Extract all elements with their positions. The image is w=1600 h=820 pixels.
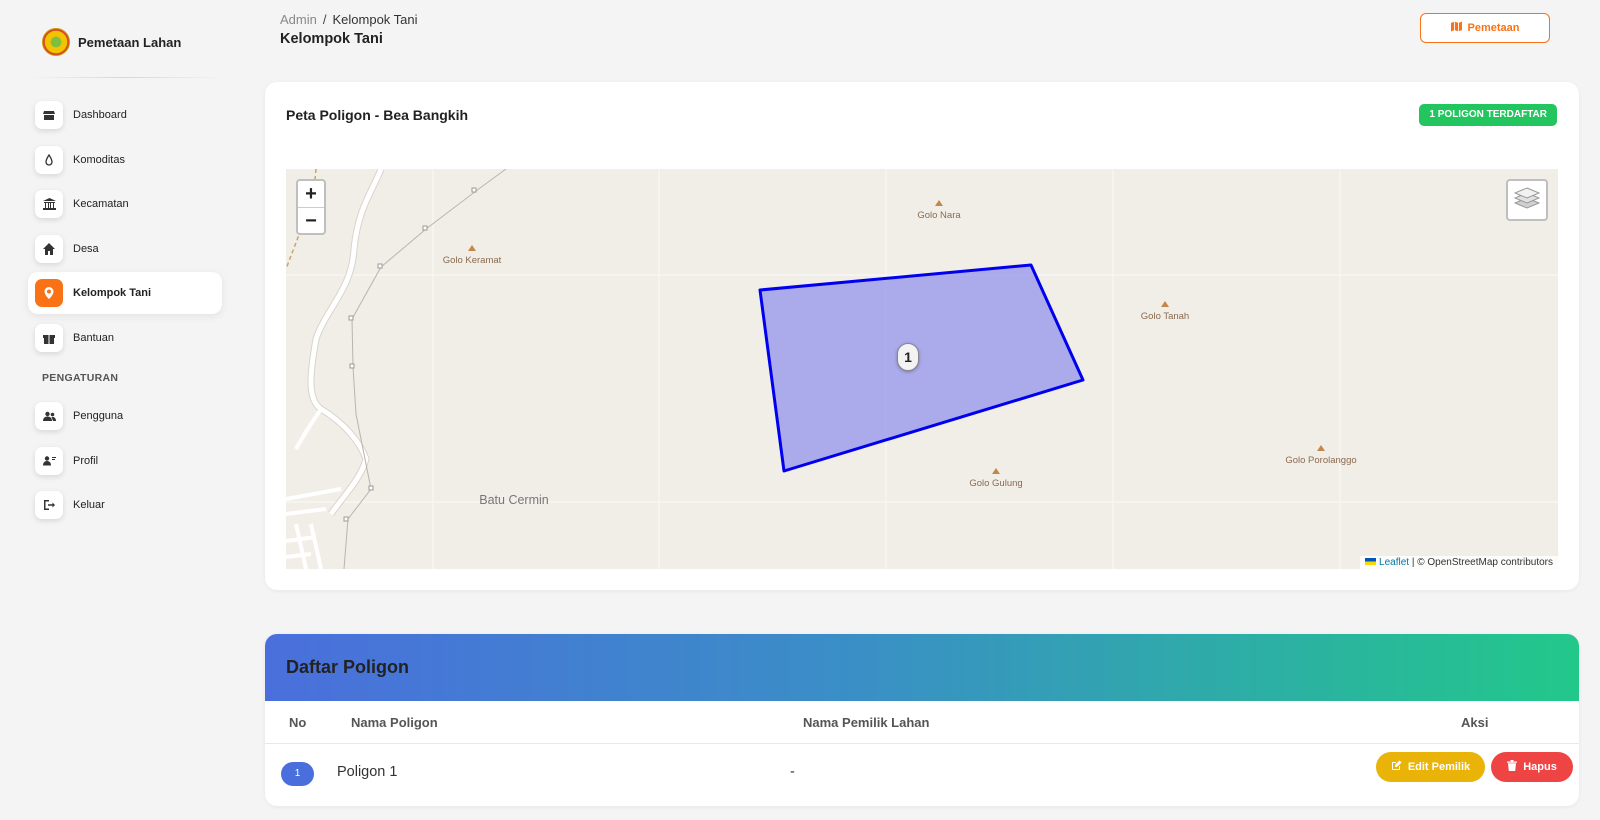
page-title: Kelompok Tani (280, 31, 383, 47)
map-tiles (286, 169, 1558, 569)
polygon-label[interactable]: 1 (897, 343, 919, 371)
map-pin-icon (35, 279, 63, 307)
map-view[interactable]: Golo Nara Golo Keramat Golo Tanah Golo P… (286, 169, 1558, 569)
delete-button[interactable]: Hapus (1491, 752, 1573, 782)
map-card: Peta Poligon - Bea Bangkih 1 POLIGON TER… (265, 82, 1579, 590)
leaflet-link[interactable]: Leaflet (1379, 557, 1409, 568)
sidebar-item-dashboard[interactable]: Dashboard (28, 94, 222, 136)
sidebar-item-label: Desa (73, 242, 99, 255)
pemetaan-button[interactable]: Pemetaan (1420, 13, 1550, 43)
sidebar-item-komoditas[interactable]: Komoditas (28, 139, 222, 181)
attribution-separator: | (1409, 557, 1418, 568)
column-header-nama-pemilik: Nama Pemilik Lahan (803, 715, 930, 730)
logout-icon (35, 491, 63, 519)
store-icon (35, 101, 63, 129)
sidebar-item-kecamatan[interactable]: Kecamatan (28, 183, 222, 225)
place-label: Golo Tanah (1140, 311, 1190, 322)
column-header-nama-poligon: Nama Poligon (351, 715, 438, 730)
zoom-in-button[interactable]: + (298, 181, 324, 207)
institution-icon (35, 190, 63, 218)
user-card-icon (35, 446, 63, 475)
ukraine-flag-icon (1365, 558, 1377, 565)
layers-control[interactable] (1506, 179, 1548, 221)
gift-icon (35, 323, 63, 352)
polygon-count-badge: 1 POLIGON TERDAFTAR (1419, 104, 1557, 126)
sidebar-section-label: PENGATURAN (42, 372, 119, 384)
sidebar-item-label: Kecamatan (73, 198, 129, 210)
table-row: 1 Poligon 1 - Edit Pemilik Hapus (265, 744, 1579, 804)
map-title: Peta Poligon - Bea Bangkih (286, 107, 469, 123)
place-label: Batu Cermin (479, 493, 549, 507)
sidebar-item-label: Dashboard (73, 109, 127, 121)
edit-owner-label: Edit Pemilik (1407, 761, 1471, 773)
sidebar-item-pengguna[interactable]: Pengguna (28, 395, 222, 437)
sidebar-nav: Dashboard Komoditas Kecamatan Desa Kelom… (28, 94, 222, 529)
map-icon (1450, 21, 1462, 35)
owner-name: - (790, 764, 795, 780)
polygon-table-card: Daftar Poligon No Nama Poligon Nama Pemi… (265, 634, 1579, 806)
column-header-aksi: Aksi (1461, 715, 1489, 730)
delete-label: Hapus (1523, 761, 1557, 773)
row-number-badge: 1 (281, 762, 314, 786)
breadcrumb: Admin / Kelompok Tani (280, 12, 418, 27)
trash-icon (1507, 760, 1518, 774)
sidebar-item-label: Profil (73, 454, 99, 467)
brand[interactable]: Pemetaan Lahan (42, 28, 181, 56)
brand-name: Pemetaan Lahan (78, 34, 182, 50)
brand-divider (28, 77, 224, 78)
sidebar-item-label: Bantuan (73, 331, 114, 344)
breadcrumb-separator: / (322, 12, 327, 27)
sidebar-item-profil[interactable]: Profil (28, 440, 222, 482)
place-label: Golo Gulung (969, 478, 1023, 489)
sidebar-item-kelompok-tani[interactable]: Kelompok Tani (28, 272, 222, 314)
drop-icon (35, 145, 63, 174)
users-icon (35, 402, 63, 430)
place-label: Golo Porolanggo (1285, 455, 1357, 466)
place-label: Golo Keramat (442, 255, 502, 266)
column-header-no: No (289, 715, 307, 730)
breadcrumb-root[interactable]: Admin (280, 12, 317, 27)
edit-owner-button[interactable]: Edit Pemilik (1376, 752, 1485, 782)
sidebar-item-label: Pengguna (73, 410, 124, 422)
pemetaan-button-label: Pemetaan (1467, 22, 1520, 34)
home-icon (35, 234, 63, 263)
brand-logo (42, 28, 70, 56)
sidebar-item-label: Kelompok Tani (73, 287, 152, 299)
table-header-bar: Daftar Poligon (265, 634, 1579, 701)
polygon-name: Poligon 1 (337, 764, 398, 780)
osm-attribution: © OpenStreetMap contributors (1417, 557, 1553, 568)
breadcrumb-current: Kelompok Tani (332, 12, 418, 27)
map-attribution: Leaflet | © OpenStreetMap contributors (1360, 556, 1558, 569)
table-heading: Daftar Poligon (286, 657, 410, 677)
sidebar-item-bantuan[interactable]: Bantuan (28, 317, 222, 359)
zoom-control: + − (296, 179, 326, 235)
zoom-out-button[interactable]: − (298, 207, 324, 233)
sidebar-item-label: Keluar (73, 499, 105, 511)
sidebar-item-label: Komoditas (73, 153, 125, 166)
sidebar-item-keluar[interactable]: Keluar (28, 484, 222, 526)
table-head: No Nama Poligon Nama Pemilik Lahan Aksi (265, 701, 1579, 744)
edit-icon (1391, 760, 1402, 774)
place-label: Golo Nara (917, 210, 961, 221)
sidebar-item-desa[interactable]: Desa (28, 228, 222, 270)
sidebar: Pemetaan Lahan Dashboard Komoditas Kecam… (0, 0, 242, 820)
layers-icon (1513, 186, 1541, 215)
